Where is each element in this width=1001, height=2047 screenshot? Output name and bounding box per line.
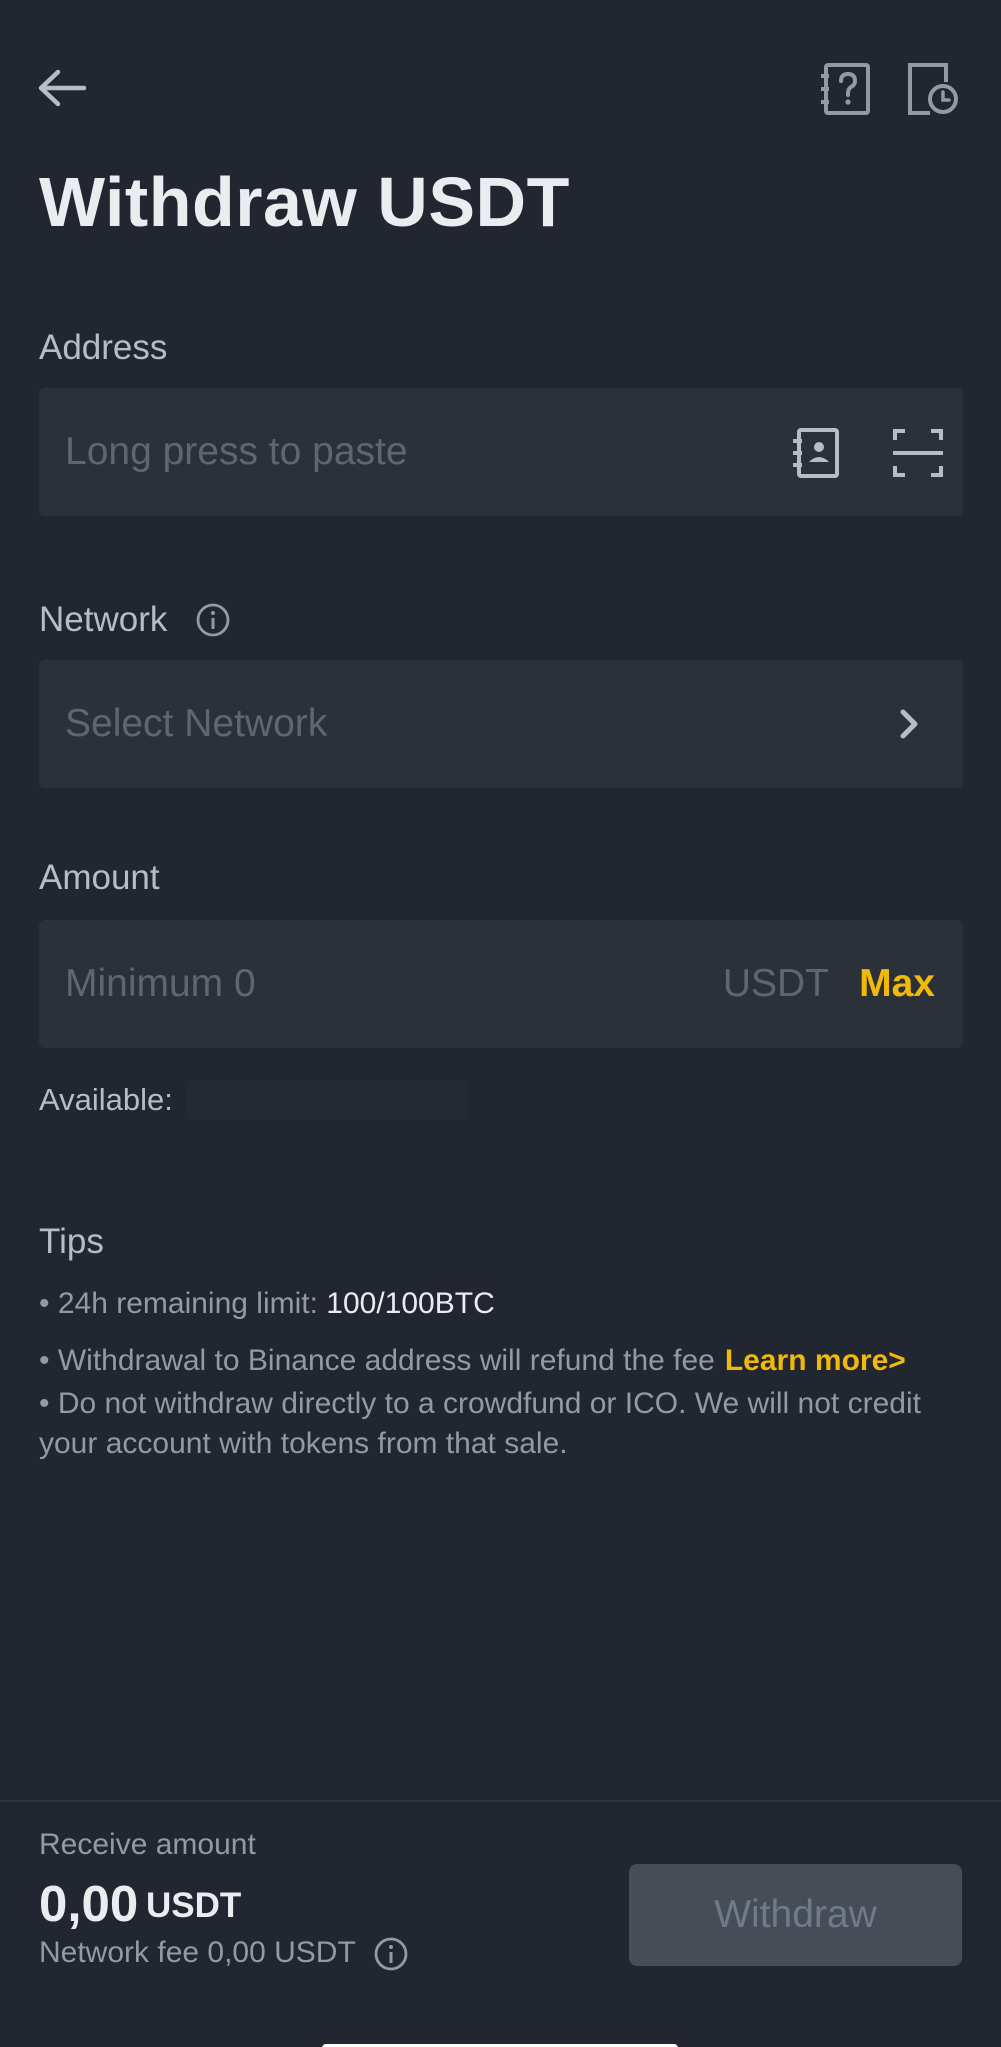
amount-placeholder: Minimum 0	[65, 962, 256, 1005]
network-fee: Network fee 0,00 USDT	[39, 1936, 356, 1969]
network-select[interactable]: Select Network	[39, 660, 963, 788]
address-book-icon	[793, 428, 839, 478]
arrow-left-icon	[38, 69, 87, 107]
receive-amount-label: Receive amount	[39, 1828, 256, 1861]
document-clock-icon	[908, 63, 958, 115]
scan-icon	[893, 429, 943, 477]
network-label: Network	[39, 600, 168, 639]
amount-input[interactable]: Minimum 0 USDT Max	[39, 920, 963, 1048]
receive-amount-unit: USDT	[146, 1886, 242, 1925]
fee-info-button[interactable]	[373, 1936, 409, 1972]
available-label: Available:	[39, 1082, 173, 1117]
network-info-button[interactable]	[195, 602, 231, 638]
history-button[interactable]	[906, 62, 960, 116]
help-button[interactable]	[820, 62, 874, 116]
address-label: Address	[39, 328, 168, 367]
withdraw-screen: Withdraw USDT Address Long press to past…	[0, 0, 1001, 2047]
withdraw-footer: Receive amount 0,00 USDT Network fee 0,0…	[0, 1800, 1001, 2047]
tips-title: Tips	[39, 1222, 104, 1261]
tip-refund: • Withdrawal to Binance address will ref…	[39, 1341, 969, 1381]
page-title: Withdraw USDT	[39, 163, 570, 241]
amount-unit: USDT	[722, 962, 829, 1005]
network-placeholder: Select Network	[65, 702, 328, 745]
address-placeholder: Long press to paste	[65, 430, 408, 473]
amount-label: Amount	[39, 858, 160, 897]
address-input[interactable]: Long press to paste	[39, 388, 963, 516]
address-book-button[interactable]	[790, 426, 844, 480]
available-balance-redacted	[186, 1080, 468, 1120]
info-icon	[196, 603, 230, 637]
info-icon	[374, 1937, 408, 1971]
scan-button[interactable]	[891, 426, 945, 480]
back-button[interactable]	[36, 64, 92, 112]
receive-amount-value: 0,00	[39, 1875, 139, 1932]
tip-limit-value: 100/100BTC	[326, 1287, 495, 1320]
withdraw-button[interactable]: Withdraw	[629, 1864, 962, 1966]
question-book-icon	[821, 63, 870, 115]
chevron-right-icon	[900, 709, 918, 739]
tip-limit-prefix: • 24h remaining limit:	[39, 1287, 327, 1320]
tip-limit: • 24h remaining limit: 100/100BTC	[39, 1284, 969, 1324]
learn-more-link[interactable]: Learn more>	[725, 1344, 906, 1377]
tip-ico: • Do not withdraw directly to a crowdfun…	[39, 1387, 921, 1460]
tip-refund-text: • Withdrawal to Binance address will ref…	[39, 1344, 715, 1377]
max-button[interactable]: Max	[859, 920, 935, 1048]
network-chevron	[891, 706, 927, 742]
